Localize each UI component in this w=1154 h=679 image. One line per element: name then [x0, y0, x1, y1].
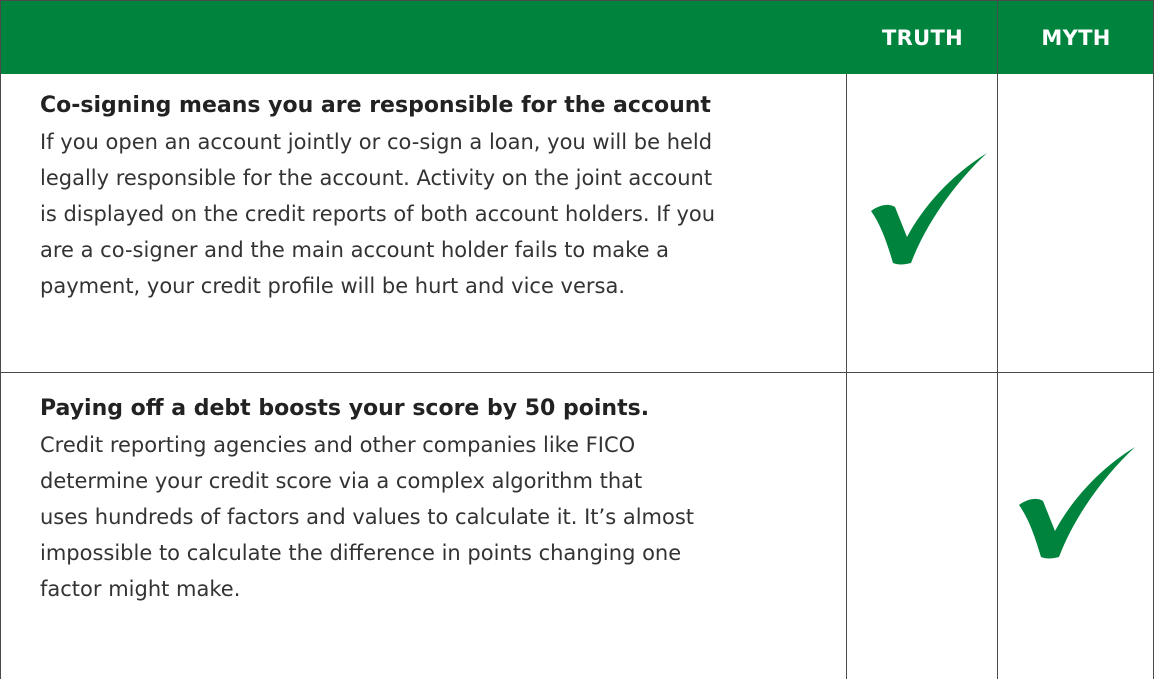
- statement-cell: Paying off a debt boosts your score by 5…: [40, 391, 835, 607]
- statement-text-line: are a co-signer and the main account hol…: [40, 238, 670, 262]
- table-row: Paying off a debt boosts your score by 5…: [0, 373, 1154, 679]
- statement-cell: Co-signing means you are responsible for…: [40, 88, 835, 304]
- header-truth: TRUTH: [882, 26, 963, 50]
- statement-text-line: payment, your credit profile will be hur…: [40, 274, 626, 298]
- column-divider: [846, 373, 847, 679]
- table-row: Co-signing means you are responsible for…: [0, 74, 1154, 373]
- statement-text-line: is displayed on the credit reports of bo…: [40, 202, 716, 226]
- header-myth: MYTH: [1041, 26, 1111, 50]
- column-divider: [997, 74, 998, 372]
- statement-title: Paying off a debt boosts your score by 5…: [40, 396, 650, 421]
- checkmark-icon: [1019, 447, 1135, 559]
- checkmark-icon: [871, 153, 987, 265]
- column-divider: [846, 74, 847, 372]
- statement-text-line: factor might make.: [40, 577, 241, 601]
- statement-title: Co-signing means you are responsible for…: [40, 93, 711, 118]
- statement-text-line: determine your credit score via a comple…: [40, 469, 643, 493]
- table-header: TRUTH MYTH: [0, 0, 1154, 75]
- statement-text-line: uses hundreds of factors and values to c…: [40, 505, 695, 529]
- column-divider: [997, 373, 998, 679]
- statement-text-line: If you open an account jointly or co-sig…: [40, 130, 713, 154]
- statement-text-line: Credit reporting agencies and other comp…: [40, 433, 636, 457]
- statement-text-line: legally responsible for the account. Act…: [40, 166, 713, 190]
- statement-text-line: impossible to calculate the difference i…: [40, 541, 682, 565]
- truth-myth-table: TRUTH MYTH Co-signing means you are resp…: [0, 0, 1154, 679]
